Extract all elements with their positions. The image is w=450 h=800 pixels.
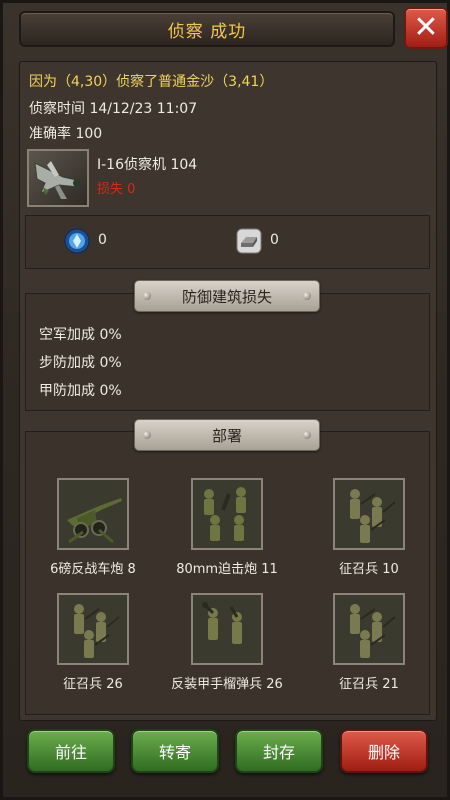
scout-unit-name: I-16侦察机 104	[97, 157, 198, 173]
grenadier-icon[interactable]	[191, 593, 263, 665]
scout-plane-icon	[27, 149, 89, 207]
unit-label: 6磅反战车炮 8	[50, 562, 136, 577]
anti-tank-gun-icon[interactable]	[57, 478, 129, 550]
unit-label: 反装甲手榴弹兵 26	[171, 677, 283, 692]
blue-gem-icon	[64, 228, 90, 254]
unit-label: 80mm迫击炮 11	[176, 562, 278, 577]
deployment-header: 部署	[134, 419, 320, 451]
archive-button[interactable]: 封存	[235, 729, 323, 773]
unit-label: 征召兵 10	[339, 562, 399, 577]
armor-def-bonus: 甲防加成 0%	[39, 383, 122, 399]
accuracy: 准确率 100	[29, 126, 103, 142]
rivet-icon	[303, 431, 311, 439]
unit-label: 征召兵 26	[63, 677, 123, 692]
air-bonus: 空军加成 0%	[39, 327, 122, 343]
rivet-icon	[143, 431, 151, 439]
conscript-icon[interactable]	[57, 593, 129, 665]
scout-summary: 因为（4,30）侦察了普通金沙（3,41）	[29, 74, 274, 90]
go-button[interactable]: 前往	[27, 729, 115, 773]
rivet-icon	[143, 292, 151, 300]
conscript-icon[interactable]	[333, 478, 405, 550]
gem-value: 0	[98, 232, 107, 248]
close-button[interactable]: ✕	[404, 7, 448, 49]
close-icon: ✕	[413, 10, 439, 45]
infantry-def-bonus: 步防加成 0%	[39, 355, 122, 371]
mortar-crew-icon[interactable]	[191, 478, 263, 550]
steel-ingot-icon	[236, 228, 262, 254]
delete-button[interactable]: 删除	[340, 729, 428, 773]
rivet-icon	[303, 292, 311, 300]
steel-value: 0	[270, 232, 279, 248]
conscript-icon[interactable]	[333, 593, 405, 665]
resource-panel: 0 0	[25, 215, 430, 269]
scout-time: 侦察时间 14/12/23 11:07	[29, 101, 198, 117]
forward-button[interactable]: 转寄	[131, 729, 219, 773]
page-title: 侦察 成功	[167, 21, 247, 42]
title-bar: 侦察 成功	[19, 11, 395, 47]
report-window: 侦察 成功 ✕ 因为（4,30）侦察了普通金沙（3,41） 侦察时间 14/12…	[0, 0, 450, 800]
defense-loss-header: 防御建筑损失	[134, 280, 320, 312]
scout-loss: 损失 0	[97, 182, 136, 197]
unit-label: 征召兵 21	[339, 677, 399, 692]
